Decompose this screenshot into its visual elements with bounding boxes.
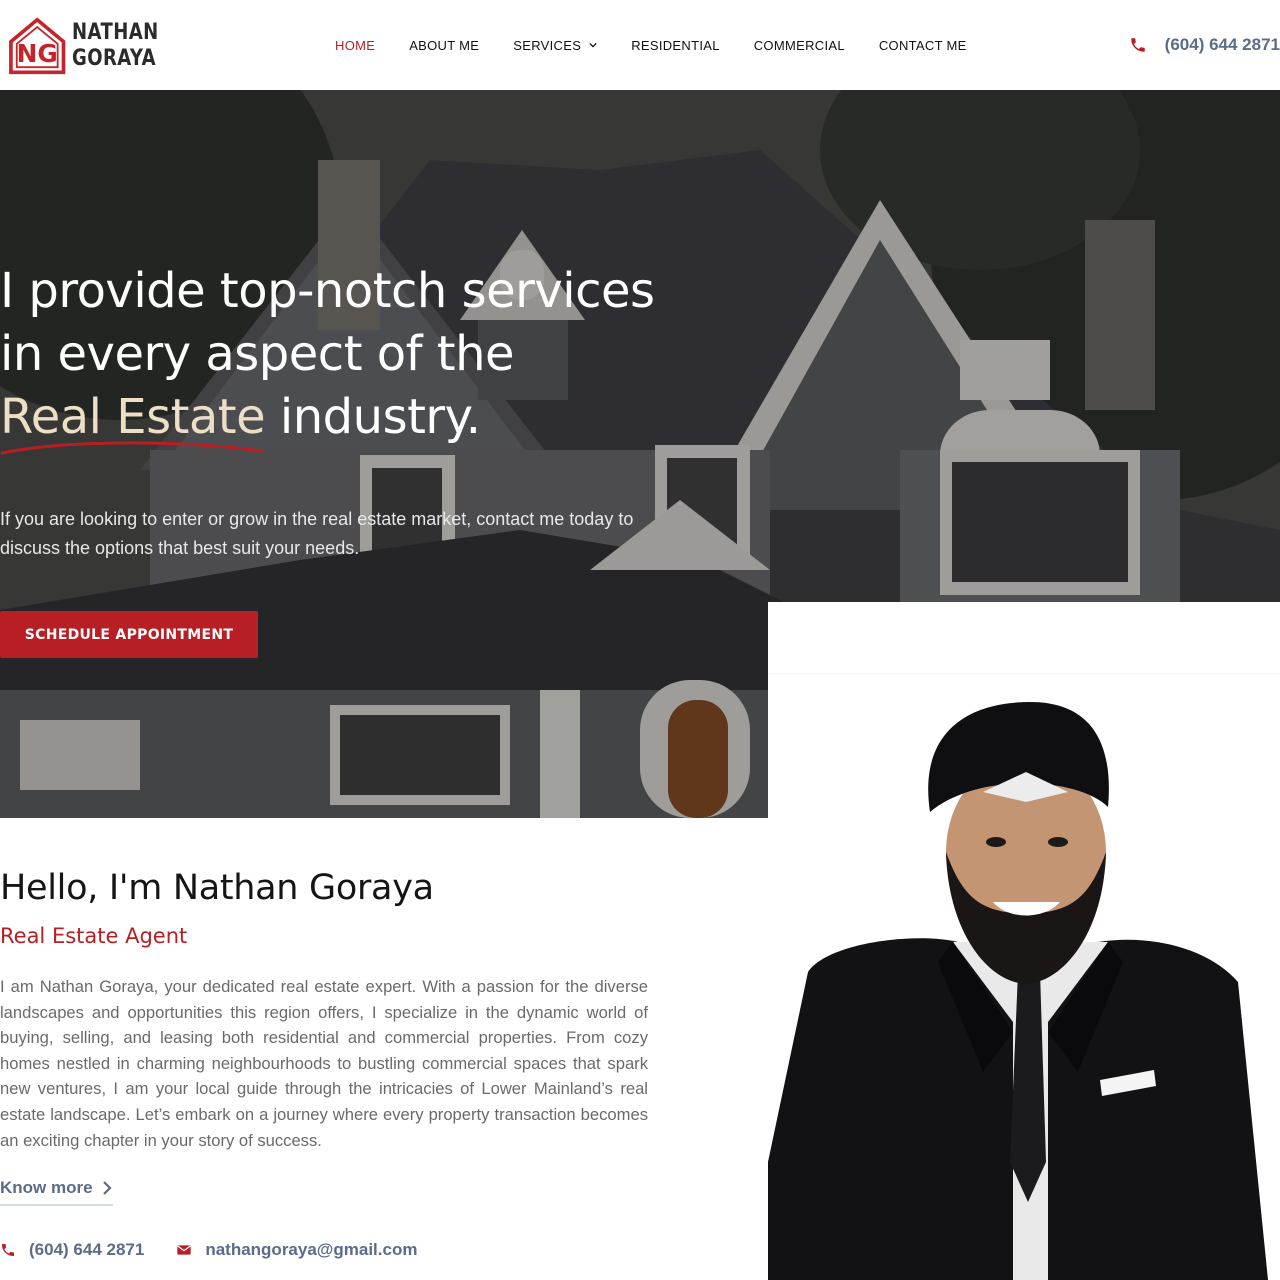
hero-title-highlight-text: Real Estate xyxy=(0,389,266,445)
header-phone-number: (604) 644 2871 xyxy=(1164,35,1280,54)
hero-title-line-2: in every aspect of the xyxy=(0,326,515,382)
agent-portrait xyxy=(768,602,1280,1280)
nav-home[interactable]: HOME xyxy=(318,38,392,53)
contact-email-address: nathangoraya@gmail.com xyxy=(205,1240,418,1259)
svg-text:NG: NG xyxy=(17,39,58,68)
agent-photo-image xyxy=(768,673,1280,1280)
about-role: Real Estate Agent xyxy=(0,924,188,948)
hero-subtitle: If you are looking to enter or grow in t… xyxy=(0,509,634,558)
schedule-appointment-button[interactable]: SCHEDULE APPOINTMENT xyxy=(0,611,258,658)
logo-line-2: GORAYA xyxy=(72,46,157,71)
logo-line-1: NATHAN xyxy=(72,20,159,45)
contact-row: (604) 644 2871 nathangoraya@gmail.com xyxy=(0,1240,449,1260)
contact-phone-number: (604) 644 2871 xyxy=(29,1240,145,1259)
nav-commercial[interactable]: COMMERCIAL xyxy=(737,38,862,53)
nav-about-me[interactable]: ABOUT ME xyxy=(392,38,496,53)
logo-wordmark: NATHAN GORAYA xyxy=(72,22,178,70)
main-nav: HOME ABOUT ME SERVICES RESIDENTIAL COMME… xyxy=(318,0,984,90)
chevron-down-icon xyxy=(589,42,597,48)
contact-phone-link[interactable]: (604) 644 2871 xyxy=(0,1240,144,1260)
header-phone-link[interactable]: (604) 644 2871 xyxy=(1129,30,1280,60)
hero-title-end: industry. xyxy=(265,389,481,445)
logo-mark-icon: NG xyxy=(9,17,66,75)
logo[interactable]: NG NATHAN GORAYA xyxy=(8,6,178,86)
phone-icon xyxy=(1130,38,1145,52)
envelope-icon xyxy=(177,1245,192,1255)
nav-residential[interactable]: RESIDENTIAL xyxy=(614,38,737,53)
know-more-link[interactable]: Know more xyxy=(0,1178,113,1206)
contact-email-link[interactable]: nathangoraya@gmail.com xyxy=(176,1240,417,1260)
brush-underline-icon xyxy=(0,441,264,455)
know-more-label: Know more xyxy=(0,1178,93,1197)
hero-title-line-1: I provide top-notch services xyxy=(0,263,655,319)
phone-icon xyxy=(2,1244,14,1256)
chevron-right-icon xyxy=(102,1181,112,1195)
nav-contact-me[interactable]: CONTACT ME xyxy=(862,38,984,53)
nav-services-label: SERVICES xyxy=(513,37,582,53)
site-header: NG NATHAN GORAYA HOME ABOUT ME SERVICES … xyxy=(0,0,1280,90)
nav-services[interactable]: SERVICES xyxy=(496,38,614,53)
hero-title-highlight: Real Estate xyxy=(0,386,266,455)
hero-title: I provide top-notch services in every as… xyxy=(0,260,700,455)
about-title: Hello, I'm Nathan Goraya xyxy=(0,868,434,908)
about-body: I am Nathan Goraya, your dedicated real … xyxy=(0,977,648,1150)
